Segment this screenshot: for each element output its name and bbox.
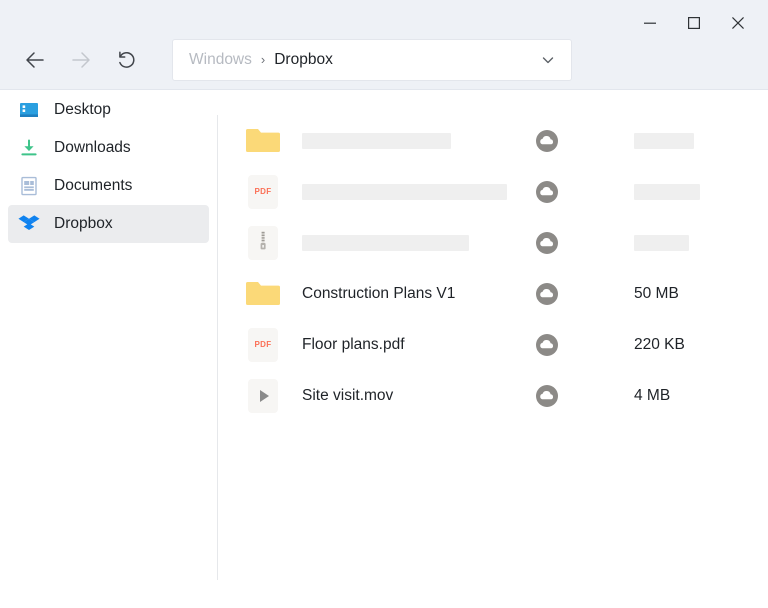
table-row[interactable]	[232, 115, 732, 166]
file-size: 220 KB	[634, 335, 685, 353]
breadcrumb-parent[interactable]: Windows	[189, 51, 252, 69]
sidebar-item-desktop[interactable]: Desktop	[8, 91, 209, 129]
table-row[interactable]: Construction Plans V1 50 MB	[232, 268, 732, 319]
folder-icon	[244, 275, 282, 313]
arrow-right-icon	[72, 52, 90, 68]
minimize-button[interactable]	[628, 6, 672, 40]
file-explorer-window: Windows › Dropbox Desktop Downloads Docu…	[0, 0, 768, 608]
file-name	[302, 183, 534, 200]
sidebar-item-label: Downloads	[54, 139, 131, 156]
video-file-icon	[244, 377, 282, 415]
sync-status[interactable]	[534, 332, 590, 358]
forward-button[interactable]	[58, 38, 104, 82]
file-size-skeleton	[634, 183, 700, 200]
table-row[interactable]: Site visit.mov 4 MB	[232, 370, 732, 421]
cloud-icon	[536, 282, 558, 305]
desktop-icon	[16, 97, 42, 123]
file-size: 4 MB	[634, 386, 671, 404]
file-name: Construction Plans V1	[302, 284, 456, 302]
sync-status[interactable]	[534, 383, 590, 409]
chevron-down-icon	[542, 57, 554, 64]
pdf-file-icon: PDF	[244, 326, 282, 364]
maximize-icon	[688, 17, 701, 30]
file-name: Site visit.mov	[302, 386, 394, 404]
file-name-skeleton	[302, 132, 451, 149]
refresh-button[interactable]	[104, 38, 150, 82]
sync-status[interactable]	[534, 128, 590, 154]
minimize-icon	[644, 22, 656, 24]
cloud-icon	[536, 384, 558, 407]
refresh-icon	[119, 51, 135, 68]
file-name	[302, 234, 534, 251]
breadcrumb-current[interactable]: Dropbox	[274, 51, 333, 69]
zip-file-icon	[244, 224, 282, 262]
file-size	[634, 132, 744, 149]
file-name-skeleton	[302, 183, 507, 200]
close-icon	[732, 17, 744, 29]
window-header: Windows › Dropbox	[0, 0, 768, 90]
arrow-left-icon	[26, 52, 44, 68]
file-size-skeleton	[634, 234, 689, 251]
pdf-label: PDF	[254, 340, 272, 349]
sidebar-item-downloads[interactable]: Downloads	[8, 129, 209, 167]
download-icon	[16, 135, 42, 161]
sidebar-item-label: Documents	[54, 177, 133, 194]
window-controls	[628, 6, 760, 40]
file-list: PDF Construction Plans V1 50 MB PDF Floo…	[232, 115, 732, 421]
sidebar-item-label: Dropbox	[54, 215, 113, 232]
file-size-skeleton	[634, 132, 694, 149]
file-name	[302, 132, 534, 149]
table-row[interactable]: PDF	[232, 166, 732, 217]
sync-status[interactable]	[534, 230, 590, 256]
file-size	[634, 234, 744, 251]
pdf-label: PDF	[254, 187, 272, 196]
close-button[interactable]	[716, 6, 760, 40]
cloud-icon	[536, 231, 558, 254]
dropbox-icon	[16, 211, 42, 237]
content-divider	[217, 115, 218, 580]
file-size: 50 MB	[634, 284, 679, 302]
cloud-icon	[536, 129, 558, 152]
sync-status[interactable]	[534, 179, 590, 205]
play-icon	[260, 389, 269, 402]
folder-icon	[244, 122, 282, 160]
cloud-icon	[536, 333, 558, 356]
sidebar-item-label: Desktop	[54, 101, 111, 118]
cloud-icon	[536, 180, 558, 203]
sidebar-item-dropbox[interactable]: Dropbox	[8, 205, 209, 243]
breadcrumb-separator: ›	[260, 51, 266, 67]
table-row[interactable]	[232, 217, 732, 268]
maximize-button[interactable]	[672, 6, 716, 40]
sync-status[interactable]	[534, 281, 590, 307]
navigation-buttons	[0, 38, 150, 82]
table-row[interactable]: PDF Floor plans.pdf 220 KB	[232, 319, 732, 370]
back-button[interactable]	[12, 38, 58, 82]
documents-icon	[16, 173, 42, 199]
address-bar[interactable]: Windows › Dropbox	[172, 39, 572, 81]
file-size	[634, 183, 744, 200]
sidebar: Desktop Downloads Documents Dropbox	[0, 91, 217, 608]
file-name-skeleton	[302, 234, 469, 251]
sidebar-item-documents[interactable]: Documents	[8, 167, 209, 205]
address-dropdown-button[interactable]	[535, 47, 561, 73]
file-name: Floor plans.pdf	[302, 335, 405, 353]
pdf-file-icon: PDF	[244, 173, 282, 211]
